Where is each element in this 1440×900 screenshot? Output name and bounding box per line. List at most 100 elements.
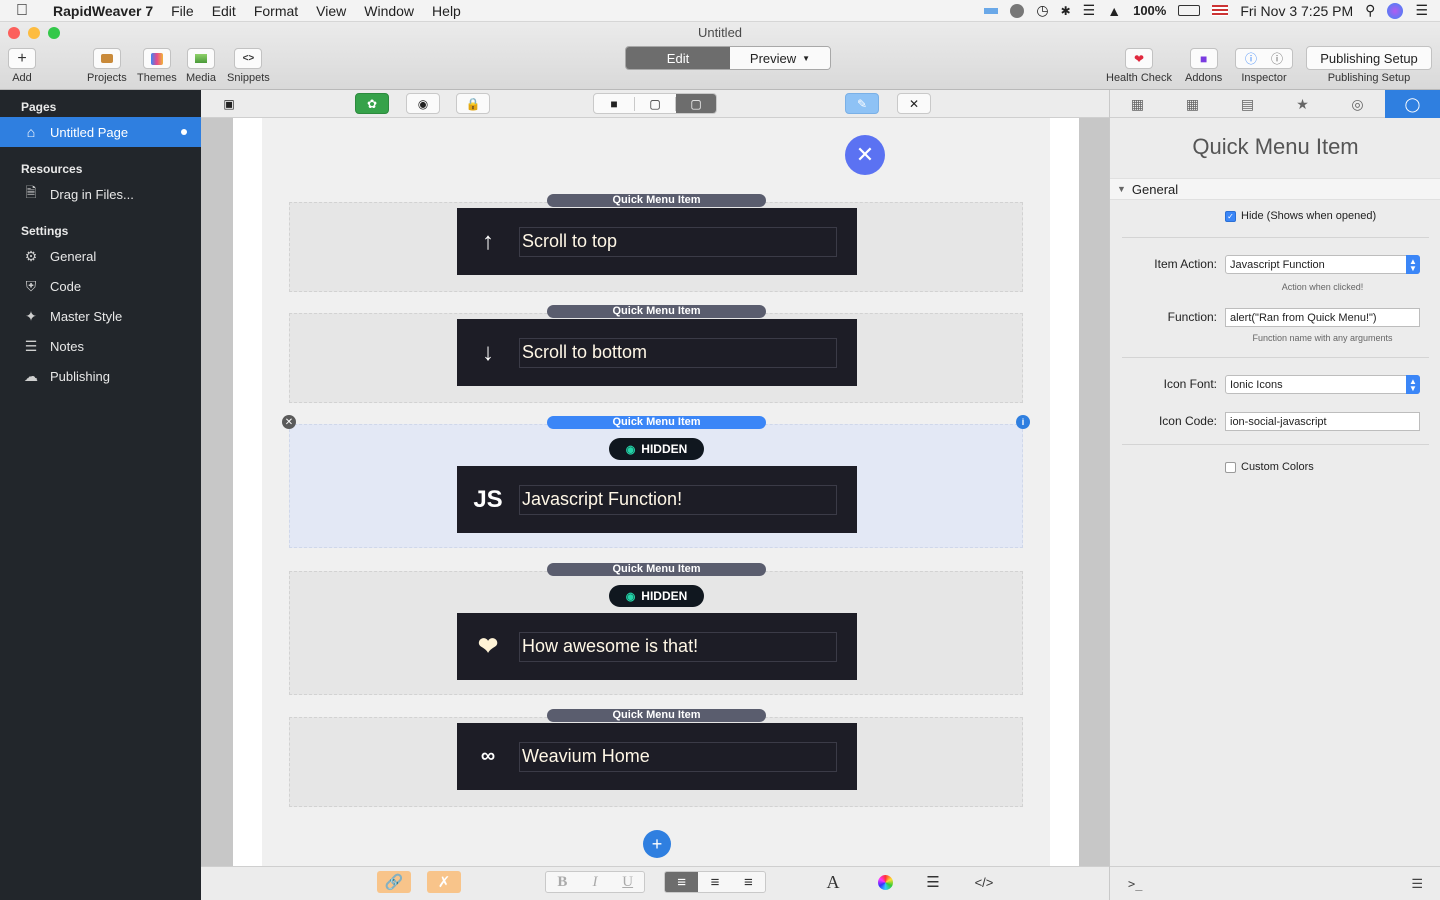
quick-menu-card[interactable]: ↓ Scroll to bottom [457, 319, 857, 386]
preview-mode-button[interactable]: Preview ▼ [730, 47, 830, 69]
section-general-header[interactable]: ▼ General [1110, 178, 1440, 200]
icon-font-select[interactable]: Ionic Icons ▲ ▼ [1225, 375, 1420, 394]
sidebar-item-general[interactable]: ⚙ General [0, 241, 201, 271]
siri-icon[interactable] [1387, 2, 1404, 19]
icon-code-input[interactable]: ion-social-javascript [1225, 412, 1420, 431]
custom-colors-checkbox[interactable] [1225, 462, 1236, 473]
pencil-icon[interactable]: ✎ [845, 93, 879, 114]
unlink-icon[interactable]: ✗ [427, 871, 461, 893]
apple-icon[interactable]:  [0, 2, 44, 20]
addons-label: Addons [1185, 72, 1223, 84]
notification-center-icon[interactable]: ☰ [1415, 2, 1428, 19]
addons-button[interactable]: ■ Addons [1185, 48, 1222, 84]
sidebar-item-notes[interactable]: ☰ Notes [0, 331, 201, 361]
item-action-select[interactable]: Javascript Function ▲ ▼ [1225, 255, 1420, 274]
add-button[interactable]: + Add [8, 48, 36, 84]
stacks-icon[interactable]: ✿ [355, 93, 389, 114]
list-icon[interactable]: ☰ [921, 871, 945, 893]
sidebar-item-drag-in-files[interactable]: 🗎 Drag in Files... [0, 179, 201, 209]
projects-button[interactable]: Projects [87, 48, 127, 84]
cube-icon[interactable]: ▣ [217, 93, 241, 114]
code-shield-icon: ⛨ [25, 277, 37, 294]
quick-menu-close-button[interactable]: ✕ [845, 135, 885, 175]
themes-button[interactable]: Themes [137, 48, 177, 84]
projects-icon [92, 48, 121, 69]
html-code-icon[interactable]: </> [971, 871, 997, 893]
remove-item-icon[interactable]: ✕ [282, 415, 296, 429]
menu-app-name[interactable]: RapidWeaver 7 [44, 3, 162, 19]
battery-icon[interactable] [1178, 5, 1201, 16]
close-icon[interactable]: ✕ [897, 93, 931, 114]
hidden-label: HIDDEN [641, 589, 688, 603]
quick-menu-item-block[interactable]: Quick Menu Item ↓ Scroll to bottom [289, 305, 1023, 403]
tab-page-layout-icon[interactable]: ▦ [1165, 90, 1220, 118]
sidebar-item-untitled-page[interactable]: ⌂ Untitled Page [0, 117, 201, 147]
font-icon[interactable]: A [821, 871, 845, 893]
quick-menu-item-block[interactable]: Quick Menu Item ↑ Scroll to top [289, 194, 1023, 292]
tab-stacks-settings-icon[interactable]: ◯ [1385, 90, 1440, 118]
bold-icon[interactable]: B [546, 874, 579, 891]
quick-menu-item-block-selected[interactable]: Quick Menu Item ◉ HIDDEN JS Javascript F… [289, 416, 1023, 548]
preview-label: Preview [749, 50, 797, 66]
snippets-button[interactable]: <> Snippets [227, 48, 270, 84]
flag-icon[interactable] [1212, 5, 1229, 16]
link-icon[interactable]: 🔗 [377, 871, 411, 893]
sidebar-item-master-style[interactable]: ✦ Master Style [0, 301, 201, 331]
quick-menu-item-block[interactable]: Quick Menu Item ◉ HIDDEN ❤ How awesome i… [289, 563, 1023, 695]
quick-menu-item-block[interactable]: Quick Menu Item ∞ Weavium Home [289, 709, 1023, 807]
edit-mode-button[interactable]: Edit [626, 47, 730, 69]
lock-icon[interactable]: 🔒 [456, 93, 490, 114]
narrow-width-icon[interactable]: ■ [594, 96, 635, 111]
publishing-setup-button[interactable]: Publishing Setup [1306, 46, 1432, 70]
color-wheel-icon[interactable] [873, 871, 897, 893]
volume-icon[interactable]: ▲ [1107, 3, 1121, 19]
item-action-label: Item Action: [1154, 257, 1217, 271]
sidebar-item-code[interactable]: ⛨ Code [0, 271, 201, 301]
full-width-icon[interactable]: ▢ [676, 94, 716, 113]
window-title: Untitled [697, 25, 743, 40]
align-left-icon[interactable]: ≡ [665, 872, 699, 892]
wifi-icon[interactable]: ☰ [1083, 2, 1096, 19]
inspector-button[interactable]: ⓘ ⓘ Inspector [1235, 48, 1293, 84]
quick-menu-card[interactable]: ∞ Weavium Home [457, 723, 857, 790]
display-icon[interactable] [984, 7, 999, 14]
bluetooth-icon[interactable]: ✱ [1061, 4, 1071, 18]
italic-icon[interactable]: I [579, 874, 612, 891]
menu-window[interactable]: Window [355, 3, 423, 19]
quick-menu-card[interactable]: ❤ How awesome is that! [457, 613, 857, 680]
tab-header-icon[interactable]: ▤ [1220, 90, 1275, 118]
time-machine-icon[interactable]: ◷ [1036, 2, 1048, 19]
custom-colors-label: Custom Colors [1241, 461, 1314, 473]
console-button[interactable]: >_ [1128, 877, 1142, 891]
hide-checkbox[interactable]: ✓ [1225, 211, 1236, 222]
eye-icon[interactable]: ◉ [406, 93, 440, 114]
menu-file[interactable]: File [162, 3, 203, 19]
quick-menu-card[interactable]: ↑ Scroll to top [457, 208, 857, 275]
editor-area: ▣ ✿ ◉ 🔒 ■ ▢ ▢ ✎ ✕ ✕ Quick Menu Item ↑ Sc… [201, 90, 1109, 900]
health-check-button[interactable]: ❤ Health Check [1106, 48, 1172, 84]
quick-menu-card[interactable]: JS Javascript Function! [457, 466, 857, 533]
align-center-icon[interactable]: ≡ [698, 874, 731, 891]
spotlight-icon[interactable]: ⚲ [1365, 2, 1375, 19]
align-right-icon[interactable]: ≡ [732, 874, 765, 891]
menu-view[interactable]: View [307, 3, 355, 19]
battery-percent[interactable]: 100% [1133, 3, 1166, 18]
sliders-icon[interactable]: ☰ [1411, 876, 1423, 892]
add-item-button[interactable]: + [643, 830, 671, 858]
tab-general-layout-icon[interactable]: ▦ [1110, 90, 1165, 118]
function-input[interactable]: alert("Ran from Quick Menu!") [1225, 308, 1420, 327]
menu-edit[interactable]: Edit [203, 3, 245, 19]
medium-width-icon[interactable]: ▢ [635, 96, 676, 111]
media-button[interactable]: Media [186, 48, 216, 84]
circle-status-icon[interactable] [1010, 3, 1025, 18]
menu-clock[interactable]: Fri Nov 3 7:25 PM [1240, 3, 1353, 19]
plus-icon: + [651, 833, 663, 854]
sidebar-item-publishing[interactable]: ☁ Publishing [0, 361, 201, 391]
tab-circle-icon[interactable]: ◎ [1330, 90, 1385, 118]
item-info-icon[interactable]: i [1016, 415, 1030, 429]
quick-menu-item-tag: Quick Menu Item [547, 709, 766, 722]
menu-format[interactable]: Format [245, 3, 307, 19]
underline-icon[interactable]: U [611, 874, 644, 891]
menu-help[interactable]: Help [423, 3, 470, 19]
tab-tag-icon[interactable]: ★ [1275, 90, 1330, 118]
